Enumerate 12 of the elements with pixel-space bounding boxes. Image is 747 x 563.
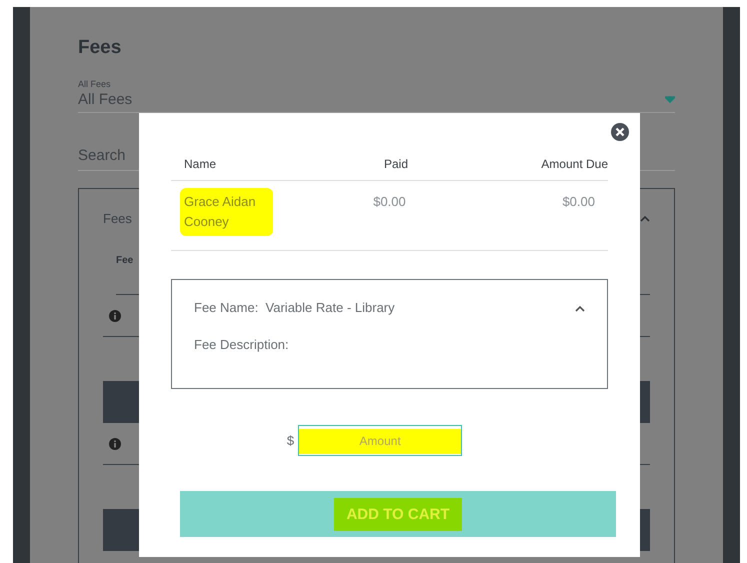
filter-label: All Fees <box>78 79 112 89</box>
column-header: Amount Due <box>458 157 608 181</box>
column-header: Paid <box>321 157 458 181</box>
table-cell: Grace Aidan Cooney <box>180 188 273 236</box>
column-header: Name <box>171 157 322 181</box>
table-cell-text: $0.00 <box>561 193 596 211</box>
currency-symbol: $ <box>286 433 294 448</box>
card-title: Fees <box>103 210 132 226</box>
fee-description: Fee Description: <box>194 337 290 352</box>
table-cell-text: $0.00 <box>372 193 407 211</box>
page-title: Fees <box>78 37 122 59</box>
fee-name: Fee Name: Variable Rate - Library <box>194 300 395 315</box>
